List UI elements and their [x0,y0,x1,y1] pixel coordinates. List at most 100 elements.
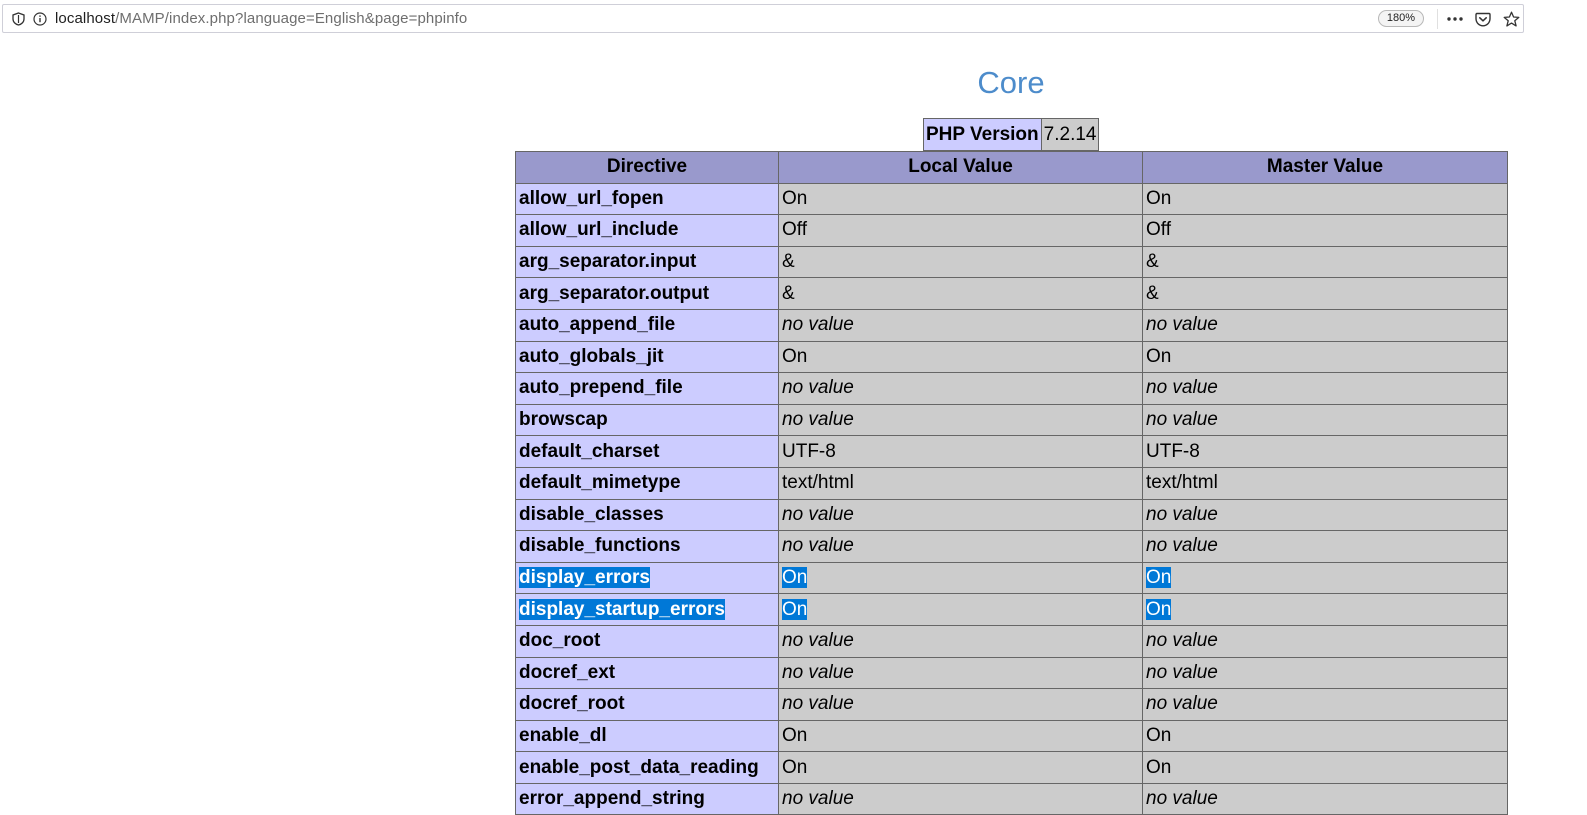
directive-cell-text: display_startup_errors [519,598,725,620]
directive-cell: auto_prepend_file [515,372,779,405]
master-value-cell-text: no value [1146,409,1218,431]
table-row: docref_ext no value no value [515,656,1508,690]
local-value-cell: On [778,561,1143,595]
local-value-cell-text: Off [782,219,807,241]
master-value-cell: no value [1142,308,1508,342]
local-value-cell: no value [778,688,1143,721]
master-value-cell-text: & [1146,282,1159,304]
local-value-cell: On [778,719,1143,753]
pocket-icon[interactable] [1472,8,1494,30]
php-version-value: 7.2.14 [1040,118,1100,151]
directive-cell: error_append_string [515,782,779,815]
master-value-cell-text: no value [1146,377,1218,399]
table-row: auto_globals_jit On On [515,340,1508,374]
master-value-cell-text: On [1146,756,1172,778]
php-version-table: PHP Version 7.2.14 [923,118,1100,151]
table-row: display_errors On On [515,561,1508,595]
master-value-cell: & [1142,277,1508,310]
directive-cell-text: auto_append_file [519,314,676,336]
local-value-cell-text: no value [782,409,854,431]
local-value-cell-text: no value [782,377,854,399]
master-value-cell: text/html [1142,466,1508,500]
master-value-cell-text: On [1146,187,1172,209]
directive-cell: display_errors [515,561,779,595]
local-value-cell-text: & [782,251,795,273]
master-value-cell: no value [1142,498,1508,532]
directive-cell: allow_url_fopen [515,182,779,216]
local-value-cell: no value [778,624,1143,658]
directive-cell-text: allow_url_fopen [519,187,664,209]
master-value-cell: UTF-8 [1142,435,1508,468]
directive-cell: browscap [515,403,779,437]
master-value-cell-text: On [1146,724,1172,746]
directive-cell-text: arg_separator.output [519,282,710,304]
local-value-cell: no value [778,530,1143,563]
directive-cell-text: default_charset [519,440,660,462]
directive-cell: auto_globals_jit [515,340,779,374]
directive-cell: display_startup_errors [515,593,779,626]
shield-icon[interactable] [7,4,29,33]
directive-cell-text: arg_separator.input [519,251,697,273]
address-bar[interactable]: localhost/MAMP/index.php?language=Englis… [2,4,1524,33]
local-value-cell-text: On [782,345,808,367]
table-row: allow_url_fopen On On [515,182,1508,216]
table-row: enable_post_data_reading On On [515,751,1508,784]
directive-cell: enable_post_data_reading [515,751,779,784]
table-row: default_mimetype text/html text/html [515,466,1508,500]
zoom-indicator[interactable]: 180% [1378,10,1424,27]
php-version-label: PHP Version [923,118,1042,151]
local-value-cell-text: no value [782,788,854,810]
local-value-cell-text: no value [782,693,854,715]
directive-cell-text: disable_classes [519,503,664,525]
directive-cell-text: enable_dl [519,724,607,746]
table-row: default_charset UTF-8 UTF-8 [515,435,1508,468]
local-value-cell: no value [778,372,1143,405]
column-header-directive: Directive [515,151,779,184]
directive-cell: docref_ext [515,656,779,690]
local-value-cell: Off [778,214,1143,247]
master-value-cell: no value [1142,688,1508,721]
master-value-cell: On [1142,561,1508,595]
more-actions-icon[interactable] [1444,8,1466,30]
local-value-cell-text: no value [782,661,854,683]
directive-cell: enable_dl [515,719,779,753]
bookmark-star-icon[interactable] [1500,8,1522,30]
local-value-cell: no value [778,403,1143,437]
directive-cell-text: browscap [519,409,608,431]
local-value-cell: On [778,182,1143,216]
toolbar-divider [1437,9,1438,29]
master-value-cell: no value [1142,656,1508,690]
master-value-cell-text: & [1146,251,1159,273]
directive-cell: doc_root [515,624,779,658]
master-value-cell: & [1142,245,1508,279]
table-row: display_startup_errors On On [515,593,1508,626]
core-directives-table: Directive Local Value Master Value allow… [515,151,1508,815]
local-value-cell: no value [778,308,1143,342]
table-row: arg_separator.output & & [515,277,1508,310]
table-row: disable_functions no value no value [515,530,1508,563]
local-value-cell: UTF-8 [778,435,1143,468]
master-value-cell-text: On [1146,567,1172,589]
table-header-row: Directive Local Value Master Value [515,151,1508,184]
directive-cell: docref_root [515,688,779,721]
master-value-cell-text: no value [1146,503,1218,525]
local-value-cell-text: no value [782,630,854,652]
info-icon[interactable] [29,4,51,33]
master-value-cell-text: no value [1146,535,1218,557]
column-header-local-value: Local Value [778,151,1143,184]
directive-cell: default_charset [515,435,779,468]
directive-cell-text: auto_prepend_file [519,377,683,399]
directive-cell-text: default_mimetype [519,472,681,494]
master-value-cell-text: no value [1146,630,1218,652]
url-text[interactable]: localhost/MAMP/index.php?language=Englis… [55,10,467,27]
local-value-cell-text: text/html [782,472,854,494]
directive-cell: disable_functions [515,530,779,563]
directive-cell-text: doc_root [519,630,601,652]
master-value-cell: On [1142,182,1508,216]
table-row: allow_url_include Off Off [515,214,1508,247]
local-value-cell: no value [778,656,1143,690]
directive-cell-text: auto_globals_jit [519,345,664,367]
url-host: localhost [55,10,116,27]
master-value-cell-text: UTF-8 [1146,440,1200,462]
table-row: auto_append_file no value no value [515,308,1508,342]
